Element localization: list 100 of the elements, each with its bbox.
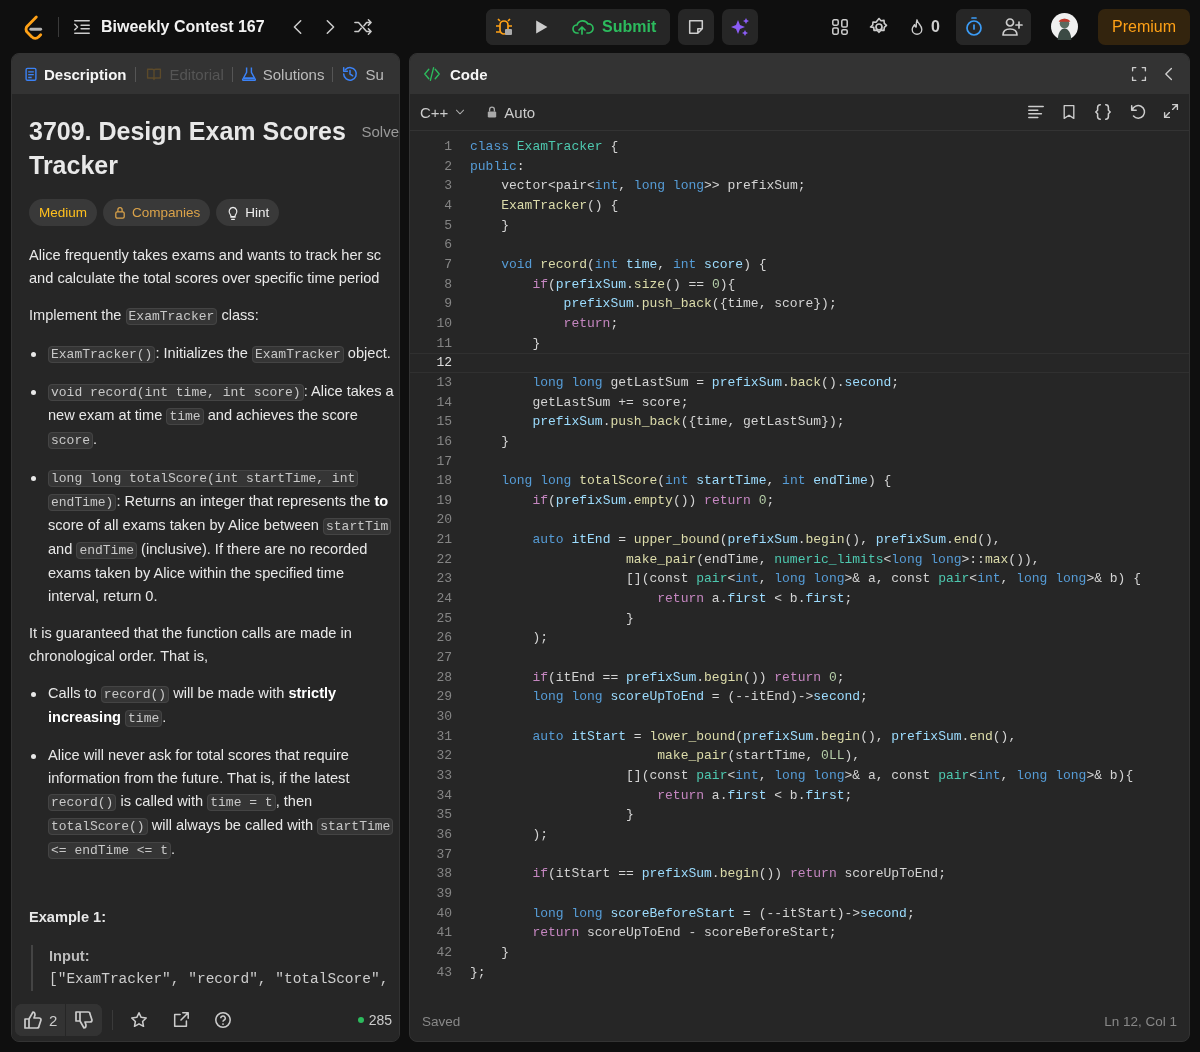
code-line: return a.first < b.first; <box>656 786 853 805</box>
panel-tab[interactable]: Solutions <box>240 65 325 83</box>
share-icon <box>172 1011 191 1029</box>
list-icon <box>73 17 91 36</box>
line-number: 33 <box>435 767 453 785</box>
example-heading: Example 1: <box>29 908 108 927</box>
line-number: 18 <box>435 472 453 491</box>
undo-icon <box>1129 103 1147 121</box>
braces-icon <box>1093 103 1113 121</box>
document-icon <box>24 65 38 83</box>
description-paragraph: Alice frequently takes exams and wants to track her sc and calculate the total scores over specific time period <box>29 246 383 288</box>
lock-icon <box>486 105 499 119</box>
list-item-text: Calls to record() will be made with strictly increasing time . <box>48 684 337 729</box>
code-line: make_pair(endTime, numeric_limits<long long>::max()), <box>625 550 1040 569</box>
line-number: 15 <box>435 413 453 432</box>
mode-label: Auto <box>504 103 536 121</box>
line-number: 3 <box>443 177 453 196</box>
line-number: 6 <box>443 236 453 255</box>
code-line: } <box>500 216 509 235</box>
panel-tab[interactable]: Description <box>24 65 127 83</box>
logo-icon <box>22 13 44 40</box>
code-line: long long totalScore(int startTime, int endTime) { <box>500 472 892 491</box>
code-line: prefixSum.push_back({time, score}); <box>562 295 837 314</box>
code-line: long long scoreUpToEnd = (--itEnd)->second; <box>531 688 868 707</box>
code-line: public: <box>470 157 525 176</box>
code-line: [](const pair<int, long long>& a, const pair<int, long long>& b) { <box>625 570 1141 589</box>
line-number: 39 <box>435 884 453 903</box>
avatar[interactable] <box>1051 13 1078 40</box>
panel-title: Code <box>450 65 488 83</box>
star-icon <box>130 1011 149 1029</box>
bullet-icon <box>31 476 36 481</box>
code-line: if(itEnd == prefixSum.begin()) return 0; <box>531 668 845 687</box>
code-line: getLastSum += score; <box>531 393 689 412</box>
line-number: 24 <box>435 590 453 609</box>
code-icon <box>422 66 442 82</box>
list-item-text: void record(int time, int score) : Alice takes a new exam at time time and achieves the score score . <box>48 382 394 451</box>
ai-button[interactable] <box>722 8 759 45</box>
line-number: 43 <box>435 963 453 982</box>
code-line: ); <box>531 629 548 648</box>
code-line: } <box>500 432 509 451</box>
panel-tab[interactable]: Su <box>341 65 384 83</box>
line-number: 26 <box>435 629 453 648</box>
help-icon <box>214 1011 233 1029</box>
code-line: ); <box>531 825 548 844</box>
line-number: 23 <box>435 570 453 589</box>
line-number: 21 <box>435 531 453 550</box>
premium-button[interactable]: Premium <box>1098 8 1190 45</box>
code-line: } <box>500 943 509 962</box>
shuffle-icon <box>352 17 373 36</box>
description-paragraph: Implement the ExamTracker class: <box>29 306 260 327</box>
sparkle-icon <box>730 16 751 37</box>
line-number: 40 <box>435 904 453 923</box>
code-line: class ExamTracker { <box>470 138 619 156</box>
line-number: 41 <box>435 924 453 943</box>
line-number: 2 <box>443 157 453 176</box>
line-number: 25 <box>435 609 453 628</box>
note-button[interactable] <box>678 8 715 45</box>
online-dot <box>357 1017 364 1023</box>
list-item-text: ExamTracker() : Initializes the ExamTracker object. <box>48 342 391 366</box>
line-number: 17 <box>435 452 453 471</box>
line-number: 1 <box>443 138 453 156</box>
bullet-icon <box>31 390 36 395</box>
problem-list-title[interactable]: Biweekly Contest 167 <box>101 17 265 36</box>
line-number: 14 <box>435 393 453 412</box>
code-line: } <box>531 334 541 353</box>
add-user-icon <box>1001 16 1023 37</box>
line-number: 37 <box>435 845 453 864</box>
code-line: }; <box>470 963 486 982</box>
layout-icon <box>831 17 850 36</box>
language-dropdown[interactable]: C++ <box>420 103 467 121</box>
format-icon <box>1027 103 1045 121</box>
line-number: 16 <box>435 432 453 451</box>
bookmark-icon <box>1061 103 1077 121</box>
code-line: if(prefixSum.empty()) return 0; <box>531 491 775 510</box>
code-line: long long scoreBeforeStart = (--itStart)->second; <box>531 904 915 923</box>
code-line: } <box>625 609 634 628</box>
code-line: if(prefixSum.size() == 0){ <box>531 275 736 294</box>
code-line: return; <box>562 314 619 333</box>
line-number: 22 <box>435 550 453 569</box>
thumbs-up-icon <box>23 1010 43 1030</box>
lock-icon <box>113 205 127 220</box>
line-number: 31 <box>435 727 453 746</box>
hint-tag[interactable]: Hint <box>216 199 280 226</box>
streak-counter[interactable]: 0 <box>909 16 940 37</box>
line-number: 12 <box>435 354 453 372</box>
line-number: 8 <box>443 275 453 294</box>
line-number: 34 <box>435 786 453 805</box>
problem-title: 3709. Design Exam Scores Tracker <box>29 116 347 181</box>
save-status: Saved <box>422 1013 461 1029</box>
line-number: 7 <box>443 255 453 274</box>
code-line: ExamTracker() { <box>500 196 619 215</box>
example-input-text: ["ExamTracker", "record", "totalScore", <box>49 970 390 989</box>
line-number: 10 <box>435 314 453 333</box>
companies-tag[interactable]: Companies <box>103 199 211 226</box>
history-icon <box>341 65 360 83</box>
solved-status: Solve <box>361 122 399 142</box>
online-count: 285 <box>368 1012 392 1028</box>
line-number: 11 <box>435 334 453 353</box>
line-number: 29 <box>435 688 453 707</box>
line-number: 28 <box>435 668 453 687</box>
